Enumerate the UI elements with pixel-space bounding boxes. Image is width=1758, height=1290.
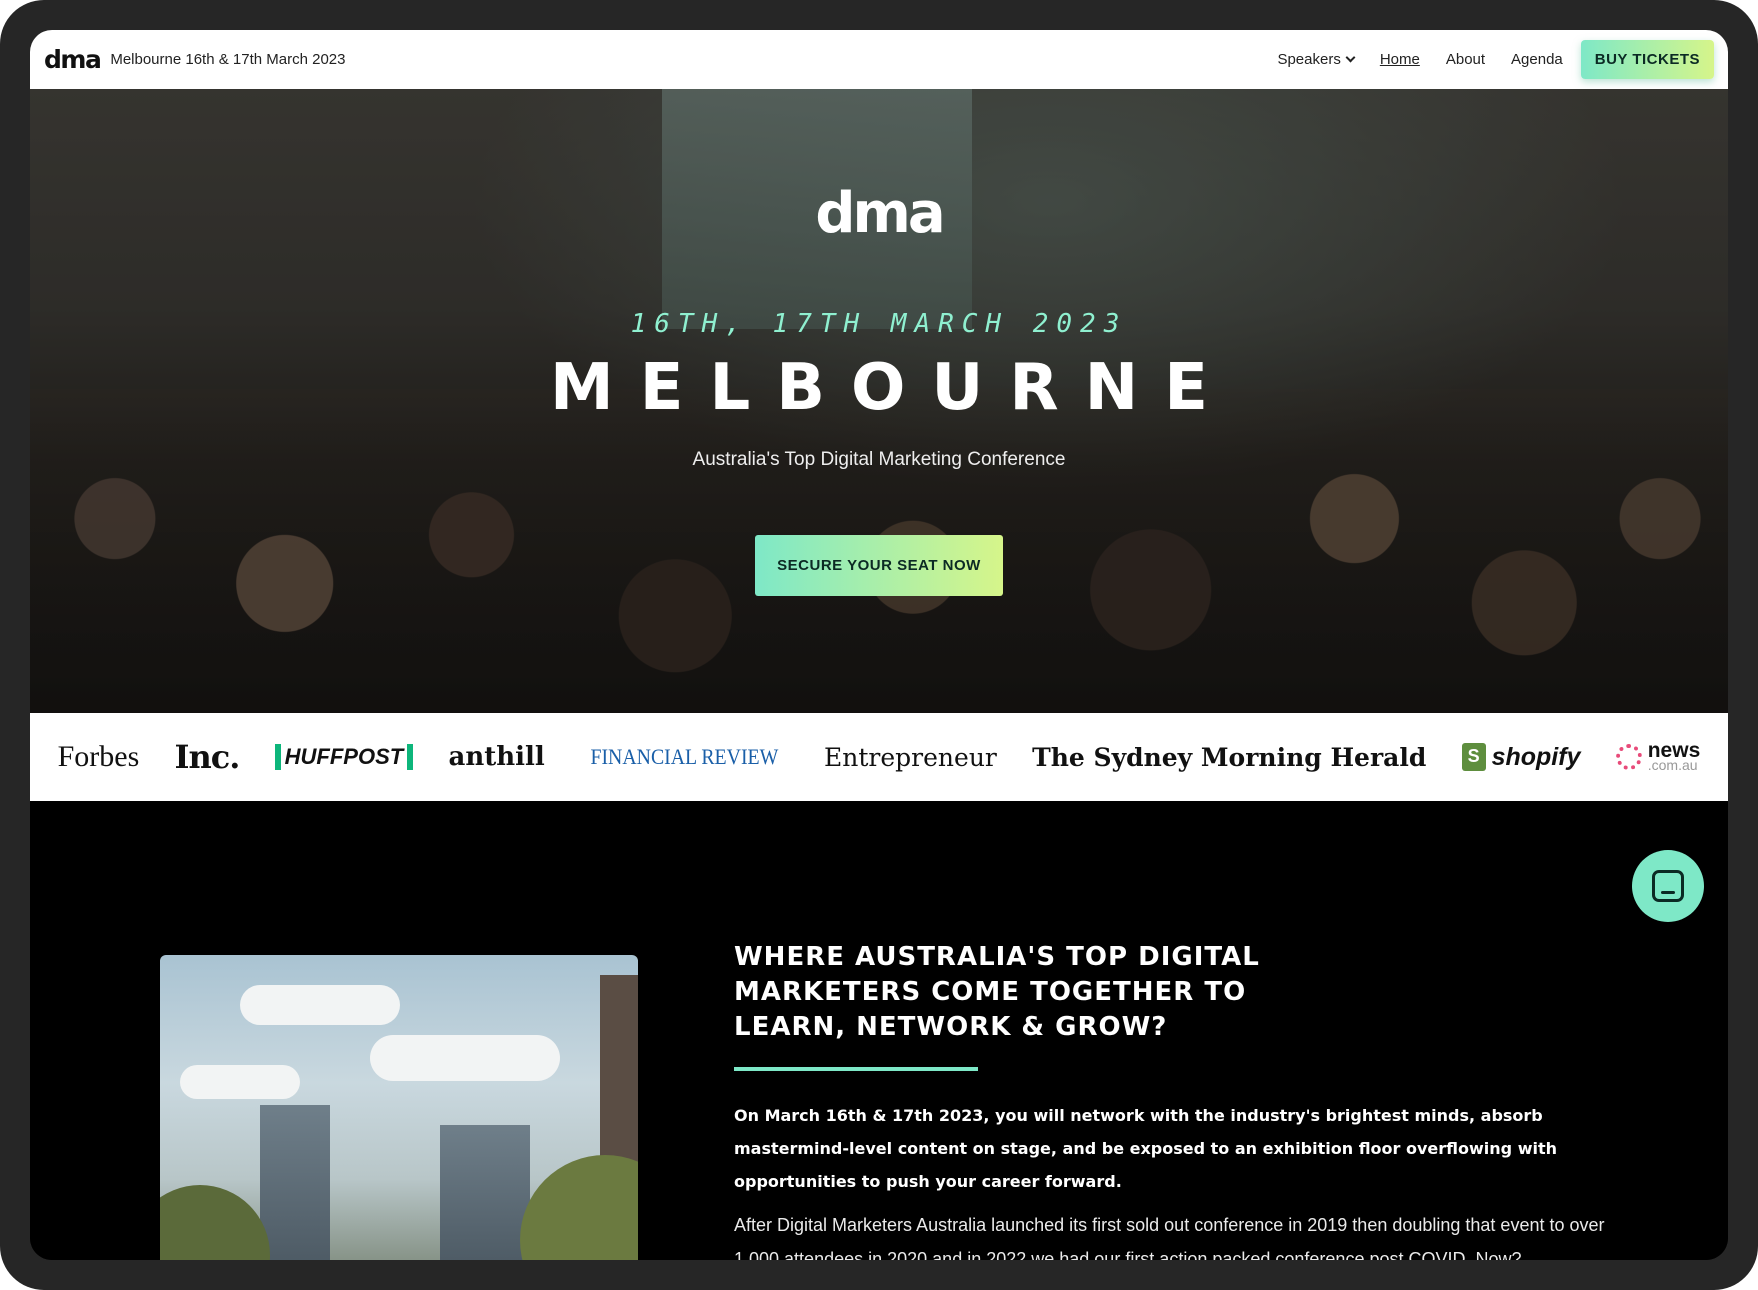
tree-shape <box>160 1185 270 1260</box>
intro-section: WHERE AUSTRALIA'S TOP DIGITAL MARKETERS … <box>30 801 1728 1260</box>
nav-agenda[interactable]: Agenda <box>1511 51 1563 68</box>
body-paragraph: After Digital Marketers Australia launch… <box>734 1215 1605 1260</box>
nav-speakers[interactable]: Speakers <box>1277 51 1356 68</box>
inc-logo: Inc. <box>174 738 241 776</box>
brand-logo[interactable]: dma <box>44 45 102 74</box>
melbourne-city-photo <box>160 955 638 1260</box>
sydney-morning-herald-logo: The Sydney Morning Herald <box>1032 742 1427 772</box>
news-com-au-logo: news .com.au <box>1615 740 1701 773</box>
hero-subtitle: Australia's Top Digital Marketing Confer… <box>692 449 1066 470</box>
financial-review-logo: FINANCIAL REVIEW <box>590 744 779 769</box>
tree-shape <box>520 1155 638 1260</box>
press-logo-strip: Forbes Inc. HUFFPOST anthill FINANCIAL R… <box>30 713 1728 801</box>
news-logo-text: news .com.au <box>1647 740 1701 773</box>
cloud-shape <box>370 1035 560 1081</box>
lead-paragraph: On March 16th & 17th 2023, you will netw… <box>734 1106 1557 1191</box>
building-shape <box>260 1105 330 1260</box>
nav-home[interactable]: Home <box>1380 51 1420 68</box>
brand[interactable]: dma Melbourne 16th & 17th March 2023 <box>44 45 345 74</box>
forbes-logo: Forbes <box>57 740 140 773</box>
chat-icon <box>1652 870 1684 902</box>
hero-date: 16TH, 17TH MARCH 2023 <box>630 309 1128 339</box>
shopify-logo-text: shopify <box>1491 742 1581 771</box>
hero-city: MELBOURNE <box>550 351 1234 425</box>
section-headline: WHERE AUSTRALIA'S TOP DIGITAL MARKETERS … <box>734 942 1260 1042</box>
brand-tagline: Melbourne 16th & 17th March 2023 <box>110 51 346 68</box>
buy-tickets-button[interactable]: BUY TICKETS <box>1580 40 1714 79</box>
intro-text: WHERE AUSTRALIA'S TOP DIGITAL MARKETERS … <box>734 940 1634 1260</box>
browser-viewport: dma Melbourne 16th & 17th March 2023 Spe… <box>30 30 1728 1260</box>
hero-logo: dma <box>815 181 945 246</box>
entrepreneur-logo: Entrepreneur <box>824 742 997 772</box>
building-shape <box>440 1125 530 1260</box>
news-logo-sub: .com.au <box>1647 756 1698 773</box>
cloud-shape <box>180 1065 300 1099</box>
anthill-logo: anthill <box>448 742 545 772</box>
chat-button[interactable] <box>1632 850 1704 922</box>
huffpost-logo: HUFFPOST <box>274 744 414 770</box>
hero-section: dma 16TH, 17TH MARCH 2023 MELBOURNE Aust… <box>30 89 1728 713</box>
accent-divider <box>734 1067 978 1071</box>
shopify-logo: shopify <box>1461 742 1581 772</box>
hero-content: dma 16TH, 17TH MARCH 2023 MELBOURNE Aust… <box>30 89 1728 713</box>
chevron-down-icon <box>1345 52 1356 63</box>
shopify-bag-icon <box>1461 743 1486 771</box>
secure-seat-button[interactable]: SECURE YOUR SEAT NOW <box>755 535 1003 596</box>
nav-links: Speakers Home About Agenda BUY TICKETS <box>1277 40 1714 79</box>
top-navbar: dma Melbourne 16th & 17th March 2023 Spe… <box>30 30 1728 89</box>
device-frame: dma Melbourne 16th & 17th March 2023 Spe… <box>0 0 1758 1290</box>
nav-about[interactable]: About <box>1446 51 1485 68</box>
news-dots-icon <box>1615 743 1642 770</box>
cloud-shape <box>240 985 400 1025</box>
nav-speakers-label: Speakers <box>1277 51 1341 68</box>
